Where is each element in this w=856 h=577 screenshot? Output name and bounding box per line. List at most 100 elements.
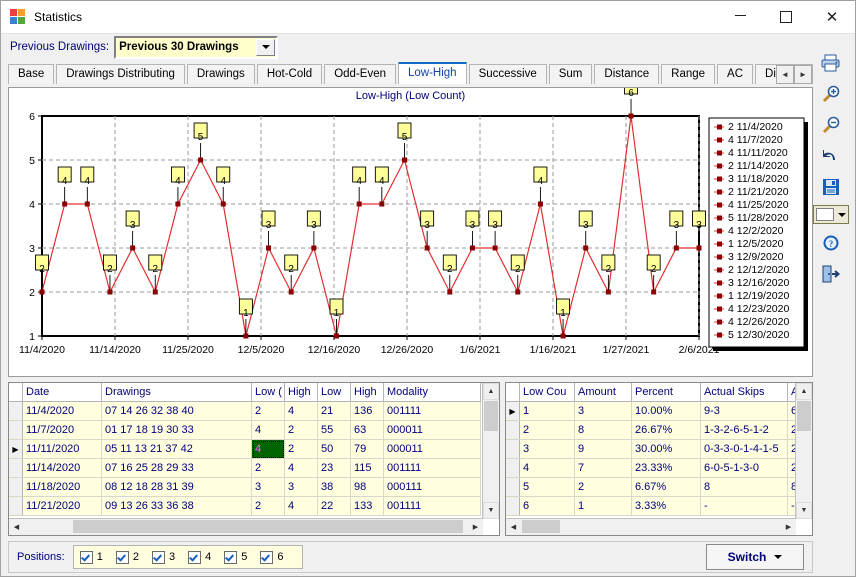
undo-icon[interactable] [814,140,848,171]
column-header[interactable]: High [350,383,384,402]
exit-icon[interactable] [814,258,848,289]
row-selector[interactable] [9,477,23,497]
table-cell[interactable]: 98 [350,477,384,497]
column-header[interactable]: Actual Skips [700,383,788,402]
checkmark-icon[interactable] [260,550,274,564]
table-cell[interactable]: 30.00% [631,439,701,459]
tab-ac[interactable]: AC [717,64,754,84]
table-cell[interactable]: 115 [350,458,384,478]
checkmark-icon[interactable] [224,550,238,564]
table-row[interactable]: ▶ 11/11/2020 05 11 13 21 37 42 4 2 50 79 000011 [9,439,481,459]
table-row[interactable]: 2826.67%1-3-2-6-5-1-22.86 [506,420,812,440]
table-cell[interactable]: 09 13 26 33 36 38 [101,496,252,516]
column-header[interactable]: Low [317,383,351,402]
table-cell[interactable]: 9 [574,439,632,459]
table-cell[interactable]: 2 [284,439,318,459]
table-cell[interactable]: - [700,496,788,516]
maximize-button[interactable] [763,2,809,33]
help-icon[interactable]: ? [814,227,848,258]
vscroll-thumb[interactable] [797,401,811,431]
table-cell[interactable]: 07 14 26 32 38 40 [101,401,252,421]
tab-low-high[interactable]: Low-High [397,62,467,84]
column-header[interactable]: Drawings [101,383,252,402]
scroll-up-icon[interactable]: ▲ [796,383,812,400]
table-row[interactable]: 11/21/2020 09 13 26 33 36 38 2 4 22 133 001111 [9,496,481,516]
table-cell[interactable]: 21 [317,401,351,421]
row-selector[interactable] [9,496,23,516]
row-selector[interactable] [506,458,520,478]
table-cell[interactable]: 63 [350,420,384,440]
row-selector[interactable] [9,420,23,440]
table-cell[interactable]: 11/14/2020 [22,458,102,478]
table-cell[interactable]: 9-3 [700,401,788,421]
row-selector[interactable] [506,496,520,516]
position-checkbox-6[interactable]: 6 [260,550,283,564]
table-cell[interactable]: 11/4/2020 [22,401,102,421]
table-cell[interactable]: 10.00% [631,401,701,421]
table-cell[interactable]: 2 [251,458,285,478]
table-cell[interactable]: 000111 [383,477,481,497]
table-cell[interactable]: 11/21/2020 [22,496,102,516]
scroll-right-icon[interactable]: ▶ [781,519,796,534]
table-cell[interactable]: 4 [284,401,318,421]
tab-odd-even[interactable]: Odd-Even [324,64,396,84]
checkmark-icon[interactable] [79,550,93,564]
table-cell[interactable]: 4 [284,496,318,516]
scroll-down-icon[interactable]: ▼ [483,502,499,519]
table-cell[interactable]: 2 [519,420,575,440]
table-cell[interactable]: 50 [317,439,351,459]
row-selector[interactable] [506,420,520,440]
close-button[interactable]: ✕ [809,2,855,33]
table-cell[interactable]: 07 16 25 28 29 33 [101,458,252,478]
table-cell[interactable]: 3 [284,477,318,497]
tab-drawings-distributing[interactable]: Drawings Distributing [56,64,185,84]
save-icon[interactable] [814,171,848,202]
scroll-up-icon[interactable]: ▲ [483,383,499,400]
summary-table-vscrollbar[interactable]: ▲ ▼ [795,383,812,519]
table-row[interactable]: 11/7/2020 01 17 18 19 30 33 4 2 55 63 000011 [9,420,481,440]
color-picker[interactable] [813,205,849,224]
switch-button[interactable]: Switch [706,544,804,570]
chevron-down-icon[interactable] [836,206,848,223]
table-cell[interactable]: 05 11 13 21 37 42 [101,439,252,459]
tab-scroll-left-icon[interactable]: ◄ [776,65,794,84]
table-cell[interactable]: 26.67% [631,420,701,440]
table-cell[interactable]: 4 [251,420,285,440]
tab-base[interactable]: Base [8,64,55,84]
column-header[interactable]: Low Cou [519,383,575,402]
table-cell[interactable]: 2 [251,401,285,421]
table-cell[interactable]: 136 [350,401,384,421]
row-selector[interactable] [506,439,520,459]
row-selector[interactable] [9,401,23,421]
tab-range[interactable]: Range [661,64,716,84]
row-selector-arrow[interactable]: ▶ [506,401,520,421]
table-cell[interactable]: 2 [251,496,285,516]
table-cell[interactable]: 2 [574,477,632,497]
scroll-down-icon[interactable]: ▼ [796,502,812,519]
table-cell[interactable]: 000011 [383,439,481,459]
scroll-left-icon[interactable]: ◀ [506,519,521,534]
table-cell[interactable]: 1 [574,496,632,516]
position-checkbox-5[interactable]: 5 [224,550,247,564]
table-cell[interactable]: 7 [574,458,632,478]
table-cell[interactable]: 001111 [383,401,481,421]
checkmark-icon[interactable] [188,550,202,564]
drawings-table-vscrollbar[interactable]: ▲ ▼ [482,383,499,519]
hscroll-thumb[interactable] [522,520,560,533]
table-row[interactable]: 3930.00%0-3-3-0-1-4-1-52.12 [506,439,812,459]
print-icon[interactable] [814,47,848,78]
table-cell[interactable]: 001111 [383,458,481,478]
position-checkbox-3[interactable]: 3 [151,550,175,564]
zoom-out-icon[interactable] [814,109,848,140]
table-cell[interactable]: 4 [519,458,575,478]
position-checkbox-1[interactable]: 1 [79,550,103,564]
table-cell[interactable]: 000011 [383,420,481,440]
table-cell[interactable]: 23 [317,458,351,478]
table-cell[interactable]: 11/11/2020 [22,439,102,459]
table-cell[interactable]: 4 [284,458,318,478]
table-row[interactable]: ▶1310.00%9-36.00 [506,401,812,421]
table-cell[interactable]: 8 [574,420,632,440]
scroll-right-icon[interactable]: ▶ [468,519,483,534]
table-cell[interactable]: 2 [284,420,318,440]
table-cell[interactable]: 11/7/2020 [22,420,102,440]
